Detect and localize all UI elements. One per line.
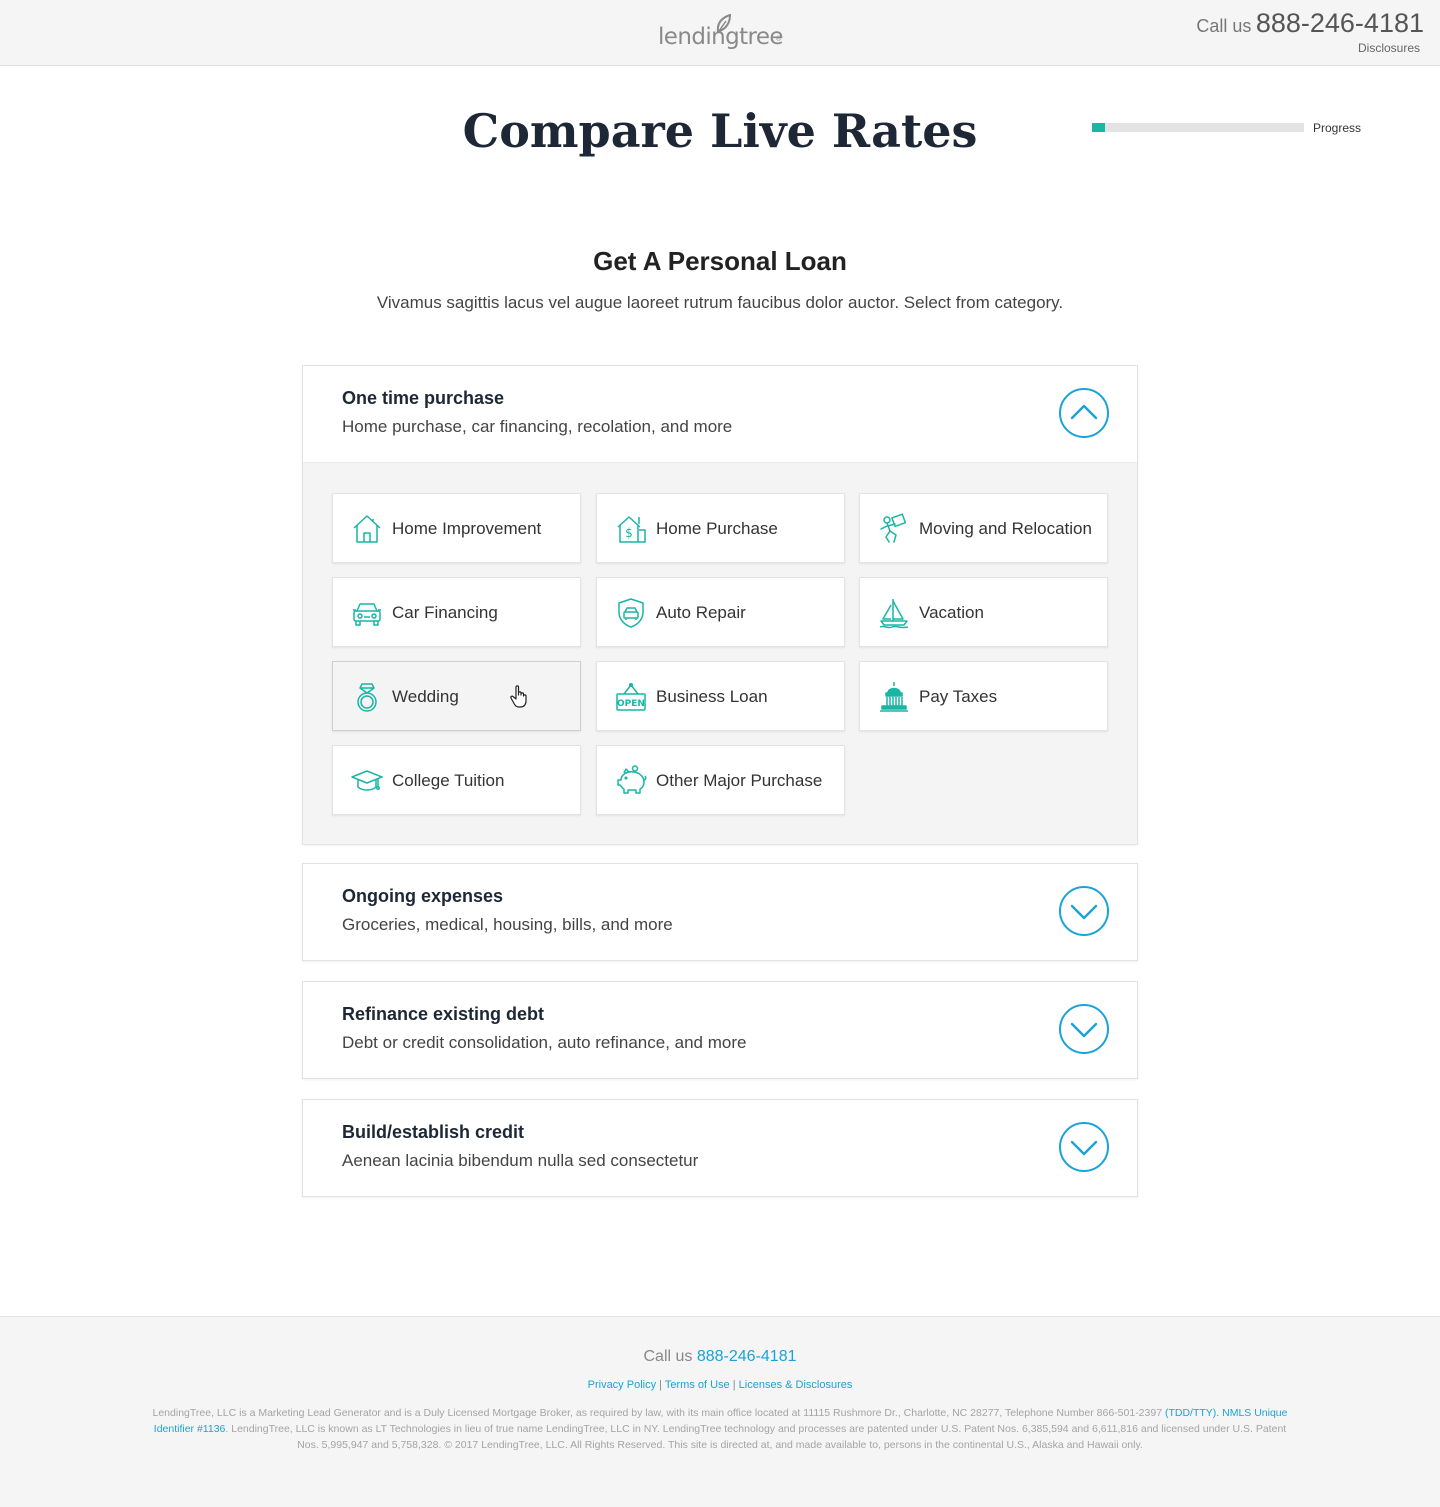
car-icon	[353, 603, 381, 626]
footer-links: Privacy Policy | Terms of Use | Licenses…	[0, 1379, 1440, 1391]
option-home-purchase[interactable]: $ Home Purchase	[596, 493, 845, 563]
option-moving-relocation[interactable]: Moving and Relocation	[859, 493, 1108, 563]
footer-call-label: Call us	[643, 1348, 693, 1365]
category-header[interactable]: Ongoing expenses Groceries, medical, hou…	[303, 864, 1137, 960]
option-label: College Tuition	[392, 771, 505, 790]
phone-number[interactable]: 888-246-4181	[1256, 8, 1424, 38]
site-header: lendingtree ® Call us 888-246-4181 Discl…	[0, 0, 1440, 66]
category-description: Home purchase, car financing, recolation…	[342, 417, 733, 436]
svg-text:$: $	[625, 526, 633, 540]
section-subtitle: Vivamus sagittis lacus vel augue laoreet…	[376, 293, 1064, 312]
option-label: Home Purchase	[656, 519, 778, 538]
house-icon	[353, 515, 381, 543]
option-college-tuition[interactable]: College Tuition	[332, 745, 581, 815]
terms-of-use-link[interactable]: Terms of Use	[665, 1379, 730, 1391]
option-label: Moving and Relocation	[919, 519, 1092, 538]
category-title: One time purchase	[342, 388, 505, 408]
privacy-policy-link[interactable]: Privacy Policy	[588, 1379, 656, 1391]
category-title: Refinance existing debt	[342, 1004, 545, 1024]
category-description: Aenean lacinia bibendum nulla sed consec…	[342, 1151, 699, 1170]
legal-text-part-2: . LendingTree, LLC is known as LT Techno…	[225, 1423, 1287, 1451]
chevron-down-icon[interactable]	[1058, 1121, 1110, 1173]
category-options: Home Improvement $ Home Purchase Moving …	[303, 462, 1137, 844]
progress-fill	[1092, 123, 1105, 132]
lendingtree-logo[interactable]: lendingtree ®	[658, 14, 784, 52]
option-car-financing[interactable]: Car Financing	[332, 577, 581, 647]
capitol-icon	[880, 682, 908, 712]
legal-text: LendingTree, LLC is a Marketing Lead Gen…	[146, 1405, 1294, 1453]
trademark-mark: ®	[776, 36, 782, 43]
category-one-time-purchase: One time purchase Home purchase, car fin…	[302, 365, 1138, 845]
svg-text:OPEN: OPEN	[617, 699, 645, 709]
house-dollar-icon: $	[617, 516, 646, 543]
category-description: Groceries, medical, housing, bills, and …	[342, 915, 673, 934]
option-label: Other Major Purchase	[656, 771, 823, 790]
option-vacation[interactable]: Vacation	[859, 577, 1108, 647]
progress-label: Progress	[1313, 121, 1362, 135]
logo-wordmark: lendingtree	[658, 24, 784, 50]
footer-phone: Call us 888-246-4181	[0, 1348, 1440, 1366]
hand-pointer-cursor-icon	[510, 685, 527, 708]
mover-icon	[880, 513, 907, 543]
footer-phone-link[interactable]: 888-246-4181	[697, 1348, 797, 1365]
link-separator: |	[732, 1379, 736, 1391]
ring-icon	[357, 683, 377, 712]
option-home-improvement[interactable]: Home Improvement	[332, 493, 581, 563]
category-header[interactable]: One time purchase Home purchase, car fin…	[303, 366, 1137, 462]
licenses-disclosures-link[interactable]: Licenses & Disclosures	[739, 1379, 853, 1391]
legal-text-part-1: LendingTree, LLC is a Marketing Lead Gen…	[152, 1407, 1163, 1419]
site-footer: Call us 888-246-4181 Privacy Policy | Te…	[0, 1316, 1440, 1507]
option-auto-repair[interactable]: Auto Repair	[596, 577, 845, 647]
option-other-major-purchase[interactable]: Other Major Purchase	[596, 745, 845, 815]
piggy-bank-icon	[617, 765, 647, 794]
option-business-loan[interactable]: OPEN Business Loan	[596, 661, 845, 731]
category-header[interactable]: Refinance existing debt Debt or credit c…	[303, 982, 1137, 1078]
option-label: Business Loan	[656, 687, 768, 706]
category-description: Debt or credit consolidation, auto refin…	[342, 1033, 747, 1052]
category-title: Ongoing expenses	[342, 886, 504, 906]
category-ongoing-expenses: Ongoing expenses Groceries, medical, hou…	[302, 863, 1138, 961]
option-label: Auto Repair	[656, 603, 746, 622]
option-wedding[interactable]: Wedding	[332, 661, 581, 731]
section-title: Get A Personal Loan	[593, 246, 847, 276]
call-us-label: Call us	[1196, 16, 1252, 36]
category-refinance-debt: Refinance existing debt Debt or credit c…	[302, 981, 1138, 1079]
chevron-down-icon[interactable]	[1058, 885, 1110, 937]
graduation-cap-icon	[351, 770, 383, 791]
option-pay-taxes[interactable]: Pay Taxes	[859, 661, 1108, 731]
category-build-credit: Build/establish credit Aenean lacinia bi…	[302, 1099, 1138, 1197]
open-sign-icon: OPEN	[616, 682, 646, 711]
category-header[interactable]: Build/establish credit Aenean lacinia bi…	[303, 1100, 1137, 1196]
progress-bar	[1092, 123, 1304, 132]
option-label: Pay Taxes	[919, 687, 998, 706]
chevron-down-icon[interactable]	[1058, 1003, 1110, 1055]
option-label: Car Financing	[392, 603, 498, 622]
option-label: Wedding	[392, 687, 459, 706]
option-label: Vacation	[919, 603, 984, 622]
header-phone[interactable]: Call us 888-246-4181	[1196, 8, 1424, 39]
option-label: Home Improvement	[392, 519, 542, 538]
disclosures-link[interactable]: Disclosures	[1358, 41, 1420, 55]
link-separator: |	[659, 1379, 663, 1391]
sailboat-icon	[879, 599, 909, 629]
category-title: Build/establish credit	[342, 1122, 525, 1142]
chevron-up-icon[interactable]	[1058, 387, 1110, 439]
car-shield-icon	[618, 598, 644, 628]
